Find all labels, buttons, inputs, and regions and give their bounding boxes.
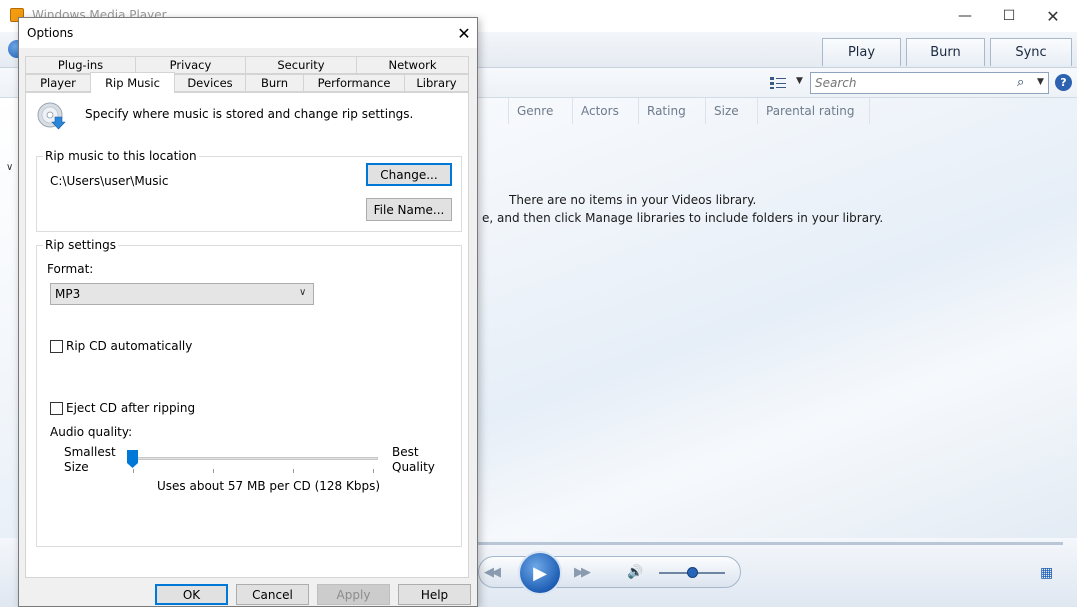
column-header-rating[interactable]: Rating xyxy=(639,98,706,124)
format-label: Format: xyxy=(47,262,94,276)
tab-library[interactable]: Library xyxy=(404,74,469,92)
format-select[interactable]: MP3 ∨ xyxy=(50,283,314,305)
dialog-title: Options xyxy=(27,26,74,40)
rip-cd-auto-checkbox-row[interactable]: Rip CD automatically xyxy=(50,339,192,353)
audio-quality-slider[interactable] xyxy=(132,457,378,460)
slider-tick xyxy=(133,469,134,473)
tab-performance[interactable]: Performance xyxy=(303,74,405,92)
maximize-icon[interactable]: ☐ xyxy=(986,0,1032,32)
close-icon[interactable]: ✕ xyxy=(1030,0,1076,32)
column-header-genre[interactable]: Genre xyxy=(509,98,573,124)
rip-cd-auto-checkbox[interactable] xyxy=(50,339,63,353)
file-name-button[interactable]: File Name... xyxy=(366,198,452,221)
minimize-icon[interactable]: — xyxy=(942,0,988,32)
rip-intro-text: Specify where music is stored and change… xyxy=(85,107,414,121)
tab-network[interactable]: Network xyxy=(356,56,469,74)
column-headers: Genre Actors Rating Size Parental rating xyxy=(478,98,870,124)
audio-quality-slider-thumb[interactable] xyxy=(127,450,138,468)
column-header-partial[interactable] xyxy=(478,98,509,124)
chevron-down-icon[interactable]: ▼ xyxy=(1037,77,1044,87)
chevron-down-icon[interactable]: ∨ xyxy=(6,162,13,173)
chevron-down-icon[interactable]: ∨ xyxy=(299,287,306,298)
quality-max-line1: Best xyxy=(392,445,419,459)
column-header-actors[interactable]: Actors xyxy=(573,98,639,124)
rip-cd-icon xyxy=(37,102,66,130)
column-header-parental-rating[interactable]: Parental rating xyxy=(758,98,870,124)
quality-max-label: Best Quality xyxy=(392,445,435,475)
tab-devices[interactable]: Devices xyxy=(174,74,246,92)
volume-slider-thumb[interactable] xyxy=(687,567,698,578)
eject-cd-checkbox-row[interactable]: Eject CD after ripping xyxy=(50,401,195,415)
switch-to-now-playing-icon[interactable]: ▦ xyxy=(1040,565,1053,581)
rip-settings-legend: Rip settings xyxy=(43,238,118,252)
quality-min-line1: Smallest xyxy=(64,445,116,459)
tab-burn[interactable]: Burn xyxy=(245,74,304,92)
quality-min-label: Smallest Size xyxy=(64,445,116,475)
slider-tick xyxy=(213,469,214,473)
tab-burn[interactable]: Burn xyxy=(906,38,985,66)
empty-library-hint: e, and then click Manage libraries to in… xyxy=(482,211,884,225)
rip-location-legend: Rip music to this location xyxy=(43,149,199,163)
search-box[interactable]: ⌕ ▼ xyxy=(810,72,1049,94)
tab-security[interactable]: Security xyxy=(245,56,357,74)
rip-cd-auto-label: Rip CD automatically xyxy=(66,339,193,353)
format-value: MP3 xyxy=(55,287,81,301)
tab-play[interactable]: Play xyxy=(822,38,901,66)
slider-tick xyxy=(373,469,374,473)
slider-tick xyxy=(293,469,294,473)
tab-player[interactable]: Player xyxy=(25,74,91,92)
play-icon[interactable]: ▶ xyxy=(518,551,562,595)
previous-icon[interactable]: ◀◀ xyxy=(484,565,501,580)
next-icon[interactable]: ▶▶ xyxy=(574,565,591,580)
close-icon[interactable]: ✕ xyxy=(453,22,475,44)
tab-rip-music[interactable]: Rip Music xyxy=(90,72,175,93)
ok-button[interactable]: OK xyxy=(155,584,228,605)
empty-library-message: There are no items in your Videos librar… xyxy=(509,193,757,207)
view-options-icon[interactable] xyxy=(770,77,786,89)
tab-sync[interactable]: Sync xyxy=(990,38,1072,66)
quality-min-line2: Size xyxy=(64,460,89,474)
rip-path: C:\Users\user\Music xyxy=(50,174,169,188)
audio-quality-label: Audio quality: xyxy=(50,425,133,439)
search-icon[interactable]: ⌕ xyxy=(1017,75,1024,90)
dialog-titlebar: Options ✕ xyxy=(19,18,477,48)
eject-cd-checkbox[interactable] xyxy=(50,401,63,415)
change-button[interactable]: Change... xyxy=(366,163,452,186)
seek-bar[interactable] xyxy=(478,542,1063,545)
quality-max-line2: Quality xyxy=(392,460,435,474)
help-icon[interactable]: ? xyxy=(1055,74,1072,91)
eject-cd-label: Eject CD after ripping xyxy=(66,401,196,415)
rip-music-panel: Specify where music is stored and change… xyxy=(25,92,469,578)
help-button[interactable]: Help xyxy=(398,584,471,605)
volume-icon[interactable]: 🔊 xyxy=(627,565,643,580)
column-header-size[interactable]: Size xyxy=(706,98,758,124)
search-input[interactable] xyxy=(815,75,1010,91)
chevron-down-icon[interactable]: ▼ xyxy=(796,76,803,86)
apply-button[interactable]: Apply xyxy=(317,584,390,605)
quality-usage-text: Uses about 57 MB per CD (128 Kbps) xyxy=(157,479,381,493)
cancel-button[interactable]: Cancel xyxy=(236,584,309,605)
options-dialog: Options ✕ Plug-ins Privacy Security Netw… xyxy=(18,17,478,607)
